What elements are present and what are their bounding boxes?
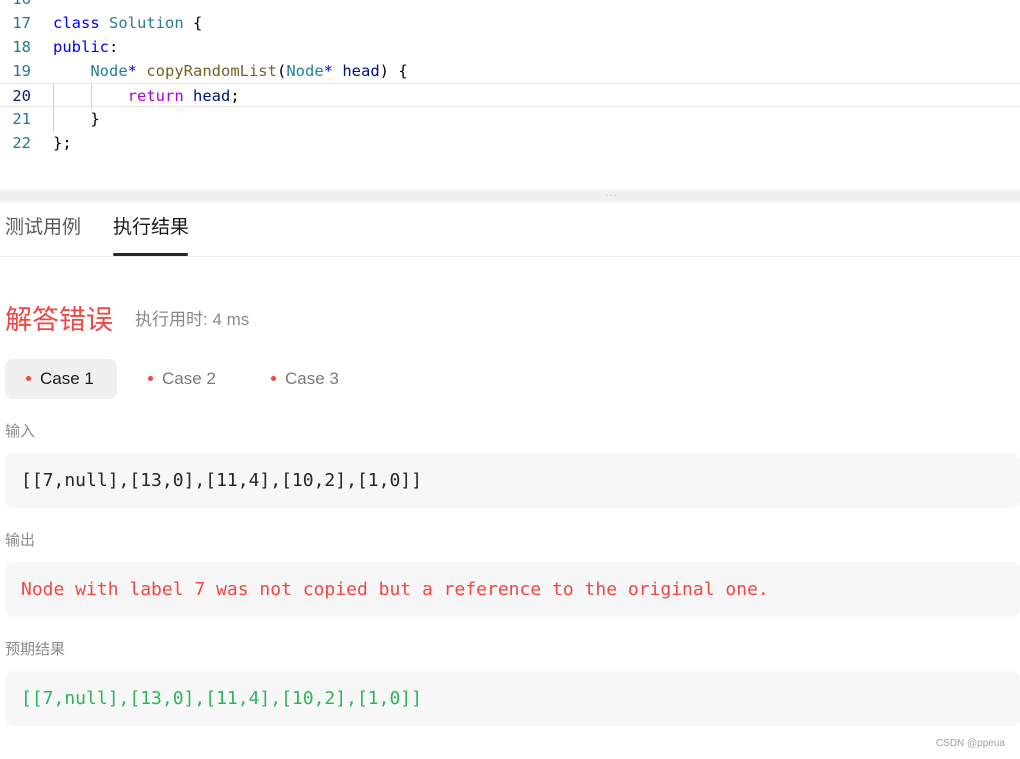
code-token: * <box>323 62 343 80</box>
line-number: 19 <box>12 62 31 80</box>
runtime-text: 执行用时: 4 ms <box>135 310 250 329</box>
line-number: 20 <box>12 87 31 105</box>
code-token: head <box>342 62 380 80</box>
case-label: Case 1 <box>40 369 94 388</box>
indent-guide <box>53 84 54 132</box>
code-line[interactable]: 17 class Solution { <box>0 11 1020 35</box>
code-line[interactable]: 22}; <box>0 131 1020 155</box>
code-token: Node <box>286 62 324 80</box>
fail-dot-icon <box>148 376 153 381</box>
code-token: ; <box>230 87 240 105</box>
code-token: Solution <box>109 14 184 32</box>
case-tab-2[interactable]: Case 2 <box>127 359 239 399</box>
case-label: Case 2 <box>162 369 216 388</box>
code-line[interactable]: 19 Node* copyRandomList(Node* head) { <box>0 59 1020 83</box>
expected-value: [[7,null],[13,0],[11,4],[10,2],[1,0]] <box>5 671 1020 726</box>
code-token: ) { <box>379 62 408 80</box>
line-number: 17 <box>12 14 31 32</box>
code-line[interactable]: 18 public: <box>0 35 1020 59</box>
code-token: copyRandomList <box>146 62 277 80</box>
code-token: * <box>127 62 147 80</box>
line-number: 22 <box>12 134 31 152</box>
tab-run-result[interactable]: 执行结果 <box>113 216 189 240</box>
code-token: }; <box>53 134 72 152</box>
active-tab-indicator <box>113 253 188 256</box>
code-line[interactable]: 16 <box>0 0 1020 11</box>
panel-resize-handle[interactable]: ··· <box>0 190 1020 202</box>
result-status: 解答错误 <box>5 305 113 335</box>
code-token: Node <box>90 62 128 80</box>
code-line[interactable]: 21 } <box>0 107 1020 131</box>
watermark: CSDN @ppeua <box>935 738 1005 749</box>
drag-dots-icon: ··· <box>605 190 618 201</box>
result-tabs: 测试用例 执行结果 <box>0 202 1020 257</box>
code-text: }; <box>53 131 72 155</box>
line-number: 18 <box>12 38 31 56</box>
expected-label: 预期结果 <box>5 641 66 658</box>
code-token: } <box>53 110 100 128</box>
code-token: class <box>53 14 109 32</box>
code-token: : <box>109 38 119 56</box>
code-token: public <box>53 38 109 56</box>
code-text: return head; <box>53 84 240 108</box>
code-text: class Solution { <box>53 11 202 35</box>
case-tab-1[interactable]: Case 1 <box>5 359 117 399</box>
code-token: ( <box>276 62 287 80</box>
code-token: return <box>127 87 184 105</box>
tab-test-cases[interactable]: 测试用例 <box>5 216 81 240</box>
input-value: [[7,null],[13,0],[11,4],[10,2],[1,0]] <box>5 453 1020 508</box>
code-token: head <box>193 87 231 105</box>
code-token: { <box>183 14 203 32</box>
output-label: 输出 <box>5 532 36 549</box>
code-text: } <box>53 107 100 131</box>
code-editor[interactable]: 1617class Solution {18public:19 Node* co… <box>0 0 1020 190</box>
line-number: 16 <box>0 0 31 11</box>
indent-guide <box>91 84 92 108</box>
code-text: Node* copyRandomList(Node* head) { <box>53 59 408 83</box>
fail-dot-icon <box>26 376 31 381</box>
case-label: Case 3 <box>285 369 339 388</box>
fail-dot-icon <box>271 376 276 381</box>
case-tab-3[interactable]: Case 3 <box>250 359 362 399</box>
code-text: public: <box>53 35 118 59</box>
code-line[interactable]: 20 return head; <box>0 83 1020 107</box>
output-value: Node with label 7 was not copied but a r… <box>5 562 1020 617</box>
line-number: 21 <box>12 110 31 128</box>
input-label: 输入 <box>5 423 36 440</box>
